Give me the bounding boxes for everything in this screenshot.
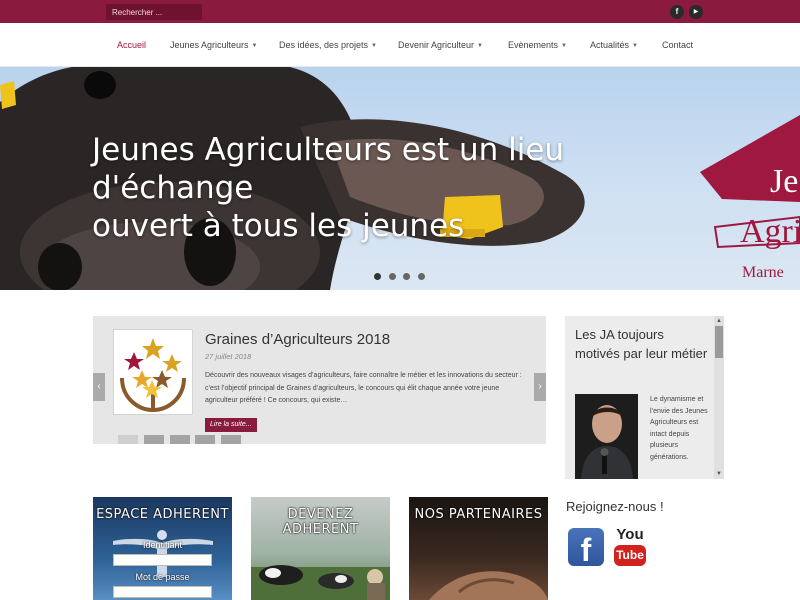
youtube-icon[interactable]: ▶ <box>689 5 703 19</box>
stars-logo-image <box>120 338 186 413</box>
nav-item-jeunes-agriculteurs[interactable]: Jeunes Agriculteurs ▼ <box>170 40 258 50</box>
nav-item-label: Jeunes Agriculteurs <box>170 40 249 50</box>
news-slider: ‹ Graines d’Agriculteurs 2018 27 juillet… <box>93 316 546 444</box>
chevron-down-icon: ▼ <box>561 43 567 49</box>
prev-arrow-button[interactable]: ‹ <box>93 373 105 401</box>
search-input[interactable] <box>106 4 202 20</box>
youtube-icon[interactable]: You Tube <box>612 526 648 568</box>
slider-page-tab[interactable] <box>144 435 164 444</box>
nos-partenaires-title: NOS PARTENAIRES <box>414 507 543 522</box>
youtube-tube-text: Tube <box>614 545 646 566</box>
youtube-you-text: You <box>616 526 644 543</box>
mot-de-passe-field[interactable] <box>113 586 212 598</box>
facebook-icon[interactable]: f <box>670 5 684 19</box>
mot-de-passe-label: Mot de passe <box>135 572 190 582</box>
slider-page-tab[interactable] <box>221 435 241 444</box>
top-bar: f ▶ <box>0 0 800 23</box>
ja-article-title[interactable]: Les JA toujours motivés par leur métier <box>575 325 710 363</box>
nav-item-label: Evènements <box>508 40 559 50</box>
logo-text: Je <box>770 163 798 200</box>
slider-page-tab[interactable] <box>195 435 215 444</box>
news-thumbnail[interactable] <box>113 329 193 415</box>
join-us-title: Rejoignez-nous ! <box>566 499 664 514</box>
facebook-icon[interactable]: f <box>568 528 604 568</box>
nos-partenaires-tile[interactable]: NOS PARTENAIRES <box>409 497 548 600</box>
chevron-down-icon: ▼ <box>251 43 258 49</box>
chevron-down-icon: ▼ <box>371 43 377 49</box>
nav-item-label: Des idées, des projets <box>279 40 369 50</box>
slider-dot[interactable] <box>403 273 410 280</box>
nav-item-contact[interactable]: Contact <box>662 40 693 50</box>
devenez-adherent-title: DEVENEZ ADHERENT <box>282 507 359 537</box>
slider-dot[interactable] <box>389 273 396 280</box>
nav-item-actualites[interactable]: Actualités ▼ <box>590 40 638 50</box>
nav-item-devenir-agriculteur[interactable]: Devenir Agriculteur ▼ <box>398 40 483 50</box>
nav-item-accueil[interactable]: Accueil <box>117 40 146 50</box>
slider-page-tab[interactable] <box>118 435 138 444</box>
read-more-button[interactable]: Lire la suite... <box>205 418 257 432</box>
nav-item-idees-projets[interactable]: Des idées, des projets ▼ <box>279 40 377 50</box>
hero-caption-line: ouvert à tous les jeunes <box>92 208 465 244</box>
slider-dot[interactable] <box>418 273 425 280</box>
espace-adherent-tile[interactable]: ESPACE ADHERENT Identifiant Mot de passe <box>93 497 232 600</box>
identifiant-field[interactable] <box>113 554 212 566</box>
espace-adherent-title: ESPACE ADHERENT <box>96 507 229 522</box>
hero-caption-line: Jeunes Agriculteurs est un lieu d'échang… <box>92 132 565 206</box>
scrollbar[interactable]: ▲ ▼ <box>714 316 724 479</box>
scroll-up-icon[interactable]: ▲ <box>714 316 724 326</box>
nav-item-evenements[interactable]: Evènements ▼ <box>508 40 567 50</box>
ja-article-text: Le dynamisme et l’envie des Jeunes Agric… <box>650 396 708 461</box>
ja-article-photo <box>575 394 638 479</box>
chevron-down-icon: ▼ <box>477 43 483 49</box>
news-date: 27 juillet 2018 <box>205 352 252 361</box>
next-arrow-button[interactable]: › <box>534 373 546 401</box>
news-title[interactable]: Graines d’Agriculteurs 2018 <box>205 331 390 348</box>
hero-caption: Jeunes Agriculteurs est un lieu d'échang… <box>92 131 712 245</box>
chevron-down-icon: ▼ <box>632 43 638 49</box>
nav-item-label: Devenir Agriculteur <box>398 40 475 50</box>
ja-article-box: Les JA toujours motivés par leur métier … <box>565 316 724 479</box>
devenez-adherent-tile[interactable]: DEVENEZ ADHERENT <box>251 497 390 600</box>
scroll-thumb[interactable] <box>715 326 723 358</box>
identifiant-label: Identifiant <box>142 540 183 550</box>
scroll-down-icon[interactable]: ▼ <box>714 469 724 479</box>
main-nav: Accueil Jeunes Agriculteurs ▼ Des idées, … <box>0 23 800 67</box>
slider-page-tab[interactable] <box>170 435 190 444</box>
nav-item-label: Actualités <box>590 40 630 50</box>
news-excerpt: Découvrir des nouveaux visages d’agricul… <box>205 372 522 404</box>
nav-item-label: Accueil <box>117 40 147 50</box>
nav-item-label: Contact <box>662 40 694 50</box>
slider-dot[interactable] <box>374 273 381 280</box>
logo-text: Marne <box>742 264 784 281</box>
hero-slider: Je Agri Marne Jeunes Agriculteurs est un… <box>0 67 800 290</box>
logo-text: Agri <box>740 213 800 250</box>
